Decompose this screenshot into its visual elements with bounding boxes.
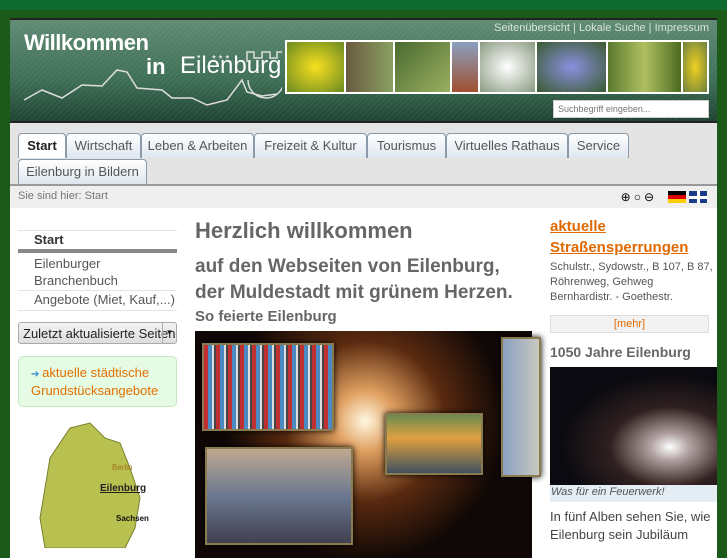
zoom-in-icon[interactable]: ⊕ — [621, 190, 631, 204]
road-closures-line-2: Röhrenweg, Gehweg — [550, 276, 654, 288]
promo-link[interactable]: aktuelle städtische Grundstücksangebote — [31, 365, 158, 398]
photo-flower — [287, 42, 345, 92]
photo-tower — [451, 42, 479, 92]
top-band — [0, 0, 727, 10]
road-closures-link-line-2[interactable]: Straßensperrungen — [550, 237, 688, 258]
road-closures-link[interactable]: aktuelle Straßensperrungen — [550, 216, 688, 258]
photo-daffodil — [683, 42, 708, 92]
sidebar-item-branchenbuch[interactable]: Eilenburger Branchenbuch — [18, 255, 177, 291]
logo-city: Eilenburg — [180, 52, 282, 79]
tab-freizeit-kultur[interactable]: Freizeit & Kultur — [254, 133, 367, 158]
map-label-eilenburg: Eilenburg — [100, 483, 146, 494]
map-label-berlin: Berlin — [112, 463, 132, 472]
anniversary-text: In fünf Alben sehen Sie, wie Eilenburg se… — [550, 508, 710, 544]
logo-willkommen[interactable]: Willkommen — [24, 30, 149, 56]
zoom-reset-icon[interactable]: ○ — [634, 190, 641, 204]
search-input[interactable] — [553, 100, 709, 118]
subtitle-line-2: der Muldestadt mit grünem Herzen. — [195, 282, 513, 303]
fireworks-image[interactable] — [550, 367, 717, 485]
german-flag-icon[interactable] — [668, 191, 686, 203]
tab-service[interactable]: Service — [568, 133, 629, 158]
breadcrumb: Sie sind hier: Start — [10, 186, 717, 208]
map-label-sachsen: Sachsen — [116, 514, 149, 523]
page: Seitenübersicht | Lokale Suche | Impress… — [10, 18, 717, 558]
local-search-link[interactable]: Lokale Suche — [579, 22, 646, 34]
photo-forest — [608, 42, 682, 92]
photo-violets — [537, 42, 607, 92]
recent-pages-select[interactable]: Zuletzt aktualisierte Seiten ▼ — [18, 322, 177, 344]
sitemap-link[interactable]: Seitenübersicht — [494, 22, 570, 34]
subtitle-line-1: auf den Webseiten von Eilenburg, — [195, 256, 500, 277]
uk-flag-icon[interactable] — [689, 191, 707, 203]
page-tools: ⊕ ○ ⊖ — [621, 190, 707, 204]
zoom-out-icon[interactable]: ⊖ — [644, 190, 654, 204]
sidebar-item-start[interactable]: Start — [18, 230, 177, 253]
sidebar-item-angebote[interactable]: Angebote (Miet, Kauf,...) — [18, 291, 177, 311]
collage-photo-stage — [385, 413, 483, 475]
anniversary-line-2: Eilenburg sein Jubiläum — [550, 527, 689, 542]
collage-photo-parade — [202, 343, 334, 431]
top-links: Seitenübersicht | Lokale Suche | Impress… — [494, 22, 709, 34]
logo-in: in — [146, 54, 166, 79]
germany-map[interactable]: Berlin Eilenburg Sachsen — [30, 418, 160, 548]
collage-photo-tower — [501, 337, 541, 477]
tab-eilenburg-in-bildern[interactable]: Eilenburg in Bildern — [18, 159, 147, 184]
road-closures-link-line-1[interactable]: aktuelle — [550, 216, 688, 237]
tab-start[interactable]: Start — [18, 133, 66, 158]
collage-photo-street — [205, 447, 353, 545]
imprint-link[interactable]: Impressum — [655, 22, 709, 34]
select-value: Zuletzt aktualisierte Seiten — [23, 326, 176, 341]
photo-plant — [346, 42, 394, 92]
anniversary-line-1: In fünf Alben sehen Sie, wie — [550, 509, 711, 524]
photo-grass — [395, 42, 450, 92]
photo-strip — [285, 40, 709, 94]
tab-tourismus[interactable]: Tourismus — [367, 133, 446, 158]
anniversary-heading: 1050 Jahre Eilenburg — [550, 344, 691, 360]
road-closures-text: Schulstr., Sydowstr., B 107, B 87, Röhren… — [550, 260, 713, 305]
tab-leben-arbeiten[interactable]: Leben & Arbeiten — [141, 133, 254, 158]
arrow-icon: ➔ — [31, 369, 43, 380]
road-closures-line-3: Bernhardistr. - Goethestr. — [550, 291, 673, 303]
page-title: Herzlich willkommen — [195, 218, 413, 243]
chevron-down-icon: ▼ — [162, 323, 176, 343]
page-subtitle: auf den Webseiten von Eilenburg, der Muld… — [195, 254, 513, 306]
promo-box[interactable]: ➔ aktuelle städtische Grundstücksangebot… — [18, 356, 177, 407]
more-button[interactable]: [mehr] — [550, 315, 709, 333]
road-closures-line-1: Schulstr., Sydowstr., B 107, B 87, — [550, 261, 713, 273]
image-caption: Was für ein Feuerwerk! — [550, 485, 717, 502]
tab-virtuelles-rathaus[interactable]: Virtuelles Rathaus — [446, 133, 568, 158]
tab-wirtschaft[interactable]: Wirtschaft — [66, 133, 141, 158]
section-heading: So feierte Eilenburg — [195, 308, 337, 325]
celebration-collage-image[interactable] — [195, 331, 541, 558]
header: Seitenübersicht | Lokale Suche | Impress… — [10, 18, 717, 123]
photo-blossom — [480, 42, 536, 92]
main-nav: Start Wirtschaft Leben & Arbeiten Freize… — [10, 123, 717, 186]
